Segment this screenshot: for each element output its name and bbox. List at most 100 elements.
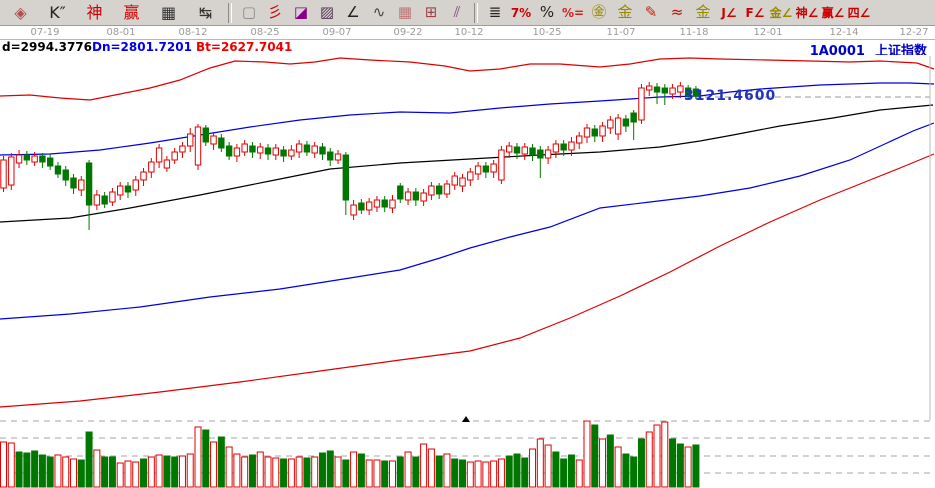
candle-body — [312, 146, 317, 153]
volume-bar — [491, 461, 497, 487]
gann-wedge-icon[interactable]: ◪ — [288, 1, 314, 25]
volume-bar — [179, 456, 185, 487]
candle-body — [226, 146, 231, 156]
volume-bar — [444, 454, 450, 487]
ying-tool-icon[interactable]: 赢 — [113, 1, 150, 25]
percent-lines-icon[interactable]: 7% — [508, 1, 534, 25]
date-tick: 08-01 — [106, 27, 135, 38]
volume-bar — [281, 459, 287, 487]
gold-avg-icon[interactable]: 金 — [612, 1, 638, 25]
candle-body — [328, 152, 333, 160]
candle-body — [102, 196, 107, 204]
date-tick: 10-25 — [532, 27, 561, 38]
candle-body — [670, 88, 675, 94]
brush-icon[interactable]: ✎ — [638, 1, 664, 25]
candle-body — [335, 154, 340, 160]
si-angle-icon[interactable]: 四∠ — [846, 1, 872, 25]
volume-bar — [203, 430, 209, 487]
trend-fan-icon[interactable]: ∠ — [340, 1, 366, 25]
bar-width-icon[interactable]: ↹ — [187, 1, 224, 25]
indicator-d-value: d=2994.3776 — [2, 40, 92, 54]
candle-body — [678, 86, 683, 92]
toolbar-group: ≣7%%%=㊎金✎≈金J∠F∠金∠神∠赢∠四∠ — [482, 0, 872, 26]
gann-fan-icon[interactable]: 彡 — [262, 1, 288, 25]
band-line-lower-red — [0, 154, 934, 407]
candle-body — [211, 136, 216, 144]
volume-bar — [234, 454, 240, 487]
parallel-lines-icon[interactable]: ⫽ — [444, 1, 470, 25]
j-angle-icon[interactable]: J∠ — [716, 1, 742, 25]
volume-bar — [296, 457, 302, 487]
target-grid-icon[interactable]: ◈ — [2, 1, 39, 25]
candle-body — [654, 87, 659, 92]
volume-bar — [506, 456, 512, 487]
candle-body — [483, 166, 488, 172]
volume-bar — [421, 444, 427, 487]
candle-body — [343, 155, 348, 200]
volume-bar — [366, 460, 372, 487]
volume-bar — [631, 457, 637, 487]
candle-body — [265, 148, 270, 154]
volume-bar — [319, 453, 325, 487]
volume-bar — [358, 454, 364, 487]
volume-bar — [670, 439, 676, 487]
volume-bar — [242, 457, 248, 487]
date-tick: 10-12 — [454, 27, 483, 38]
candle-body — [195, 127, 200, 165]
wave-band-icon[interactable]: ≈ — [664, 1, 690, 25]
candlestick-chart-canvas[interactable] — [0, 55, 935, 488]
status-bar: d=2994.3776 Dn=2801.7201 Bt=2627.7041 1A… — [0, 40, 935, 55]
candle-body — [491, 164, 496, 172]
percent-retrace-icon[interactable]: %= — [560, 1, 586, 25]
date-tick: 11-07 — [606, 27, 635, 38]
volume-bar — [71, 459, 77, 487]
candle-body — [577, 136, 582, 143]
volume-bar — [343, 460, 349, 487]
kline-edit-icon[interactable]: K″ — [39, 1, 76, 25]
volume-bar — [273, 458, 279, 487]
zigzag-icon[interactable]: ∿ — [366, 1, 392, 25]
band-line-upper-blue — [0, 83, 934, 155]
gold-angle-icon[interactable]: 金∠ — [768, 1, 794, 25]
volume-bar — [537, 439, 543, 487]
candle-body — [561, 144, 566, 150]
volume-bar — [592, 425, 598, 487]
volume-bar — [32, 451, 38, 487]
volume-bar — [312, 457, 318, 487]
volume-bar — [654, 425, 660, 487]
grid-arrow-icon[interactable]: ⊞ — [418, 1, 444, 25]
candle-body — [545, 150, 550, 158]
candle-body — [55, 166, 60, 174]
volume-bar — [47, 457, 53, 487]
gold-circle-icon[interactable]: ㊎ — [586, 1, 612, 25]
candle-body — [374, 200, 379, 207]
candle-body — [234, 148, 239, 156]
shen-angle-icon[interactable]: 神∠ — [794, 1, 820, 25]
grid-tool-icon[interactable]: ▦ — [392, 1, 418, 25]
date-tick: 08-12 — [178, 27, 207, 38]
candle-body — [507, 146, 512, 152]
ruler-123-icon[interactable]: ▦ — [150, 1, 187, 25]
candle-body — [452, 176, 457, 185]
toolbar-separator — [228, 3, 232, 23]
candle-body — [569, 142, 574, 150]
candle-body — [242, 144, 247, 152]
volume-bar — [226, 447, 232, 487]
gold-line-icon[interactable]: 金 — [690, 1, 716, 25]
date-tick: 09-07 — [322, 27, 351, 38]
band-line-mid-black — [0, 105, 933, 222]
candle-body — [413, 192, 418, 200]
f-angle-icon[interactable]: F∠ — [742, 1, 768, 25]
volume-bar — [109, 457, 115, 487]
volume-bar — [16, 452, 22, 487]
volume-marker-triangle — [462, 416, 470, 422]
price-ladder-icon[interactable]: ≣ — [482, 1, 508, 25]
percent-icon[interactable]: % — [534, 1, 560, 25]
volume-bar — [257, 452, 263, 487]
shen-tool-icon[interactable]: 神 — [76, 1, 113, 25]
candle-body — [304, 145, 309, 152]
ying-angle-icon[interactable]: 赢∠ — [820, 1, 846, 25]
rect-select-icon[interactable]: ▢ — [236, 1, 262, 25]
gann-box-icon[interactable]: ▨ — [314, 1, 340, 25]
candle-body — [118, 186, 123, 195]
